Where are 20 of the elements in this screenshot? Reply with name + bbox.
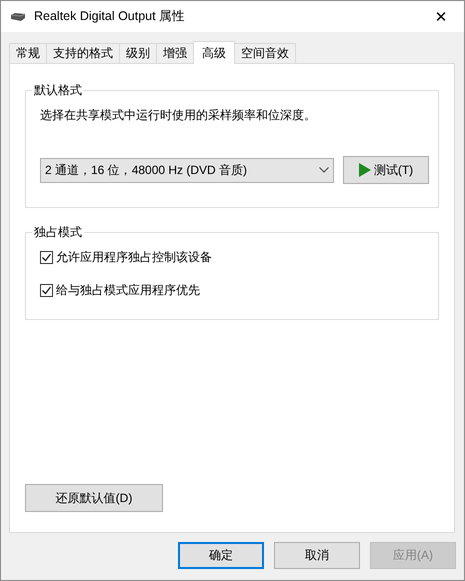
restore-defaults-button[interactable]: 还原默认值(D) xyxy=(25,484,163,512)
tab[interactable]: 高级 xyxy=(193,41,235,64)
caret-icon xyxy=(319,167,329,173)
group-title: 独占模式 xyxy=(33,224,83,241)
group-title: 默认格式 xyxy=(33,82,83,99)
speaker-device-icon xyxy=(10,12,26,22)
tab[interactable]: 常规 xyxy=(9,43,47,63)
dialog-button[interactable]: 确定 xyxy=(178,542,264,569)
format-dropdown[interactable]: 2 通道，16 位，48000 Hz (DVD 音质) xyxy=(40,158,334,182)
tab[interactable]: 空间音效 xyxy=(234,43,296,63)
description-text: 选择在共享模式中运行时使用的采样频率和位深度。 xyxy=(40,107,317,124)
close-button[interactable]: ✕ xyxy=(418,1,464,32)
play-icon xyxy=(358,163,371,177)
checkbox-label: 允许应用程序独占控制该设备 xyxy=(56,249,212,266)
test-button[interactable]: 测试(T) xyxy=(343,156,429,184)
checkbox[interactable] xyxy=(40,284,53,297)
checkbox[interactable] xyxy=(40,251,53,264)
dialog-button[interactable]: 取消 xyxy=(274,542,360,569)
window-title: Realtek Digital Output 属性 xyxy=(34,8,186,25)
checkbox-label: 给与独占模式应用程序优先 xyxy=(56,282,200,299)
